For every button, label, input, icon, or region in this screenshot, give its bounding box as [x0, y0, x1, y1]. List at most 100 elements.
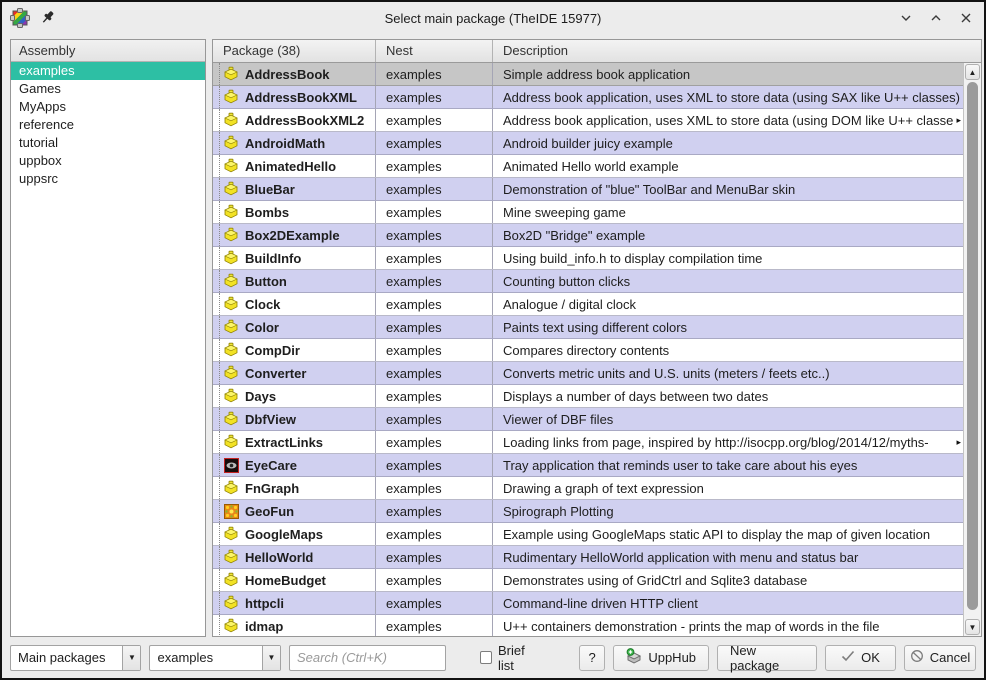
- eyecare-icon: [223, 457, 239, 473]
- dropdown-arrow-icon[interactable]: ▼: [122, 646, 140, 670]
- package-description: U++ containers demonstration - prints th…: [493, 615, 963, 636]
- package-description: Tray application that reminds user to ta…: [493, 454, 963, 476]
- ok-label: OK: [861, 650, 880, 665]
- assembly-item-tutorial[interactable]: tutorial: [11, 134, 205, 152]
- assembly-column-header[interactable]: Assembly: [11, 40, 205, 62]
- table-row-BuildInfo[interactable]: BuildInfoexamplesUsing build_info.h to d…: [213, 247, 963, 270]
- brief-list-option[interactable]: Brief list: [480, 643, 541, 673]
- package-brick-icon: [223, 572, 239, 588]
- table-row-AddressBookXML2[interactable]: AddressBookXML2examplesAddress book appl…: [213, 109, 963, 132]
- table-row-Bombs[interactable]: BombsexamplesMine sweeping game: [213, 201, 963, 224]
- assembly-item-uppsrc[interactable]: uppsrc: [11, 170, 205, 188]
- table-row-FnGraph[interactable]: FnGraphexamplesDrawing a graph of text e…: [213, 477, 963, 500]
- package-description: Paints text using different colors: [493, 316, 963, 338]
- package-nest: examples: [376, 500, 493, 522]
- table-row-AddressBook[interactable]: AddressBookexamplesSimple address book a…: [213, 63, 963, 86]
- table-row-Color[interactable]: ColorexamplesPaints text using different…: [213, 316, 963, 339]
- package-brick-icon: [223, 365, 239, 381]
- package-brick-icon: [223, 158, 239, 174]
- package-description: Compares directory contents: [493, 339, 963, 361]
- footer-bar: Main packages ▼ examples ▼ Search (Ctrl+…: [2, 637, 984, 678]
- package-description: Android builder juicy example: [493, 132, 963, 154]
- package-description: Demonstration of "blue" ToolBar and Menu…: [493, 178, 963, 200]
- truncation-arrow-icon: ▸: [954, 115, 961, 126]
- package-brick-icon: [223, 526, 239, 542]
- column-header-nest[interactable]: Nest: [376, 40, 493, 62]
- cancel-label: Cancel: [930, 650, 970, 665]
- table-row-BlueBar[interactable]: BlueBarexamplesDemonstration of "blue" T…: [213, 178, 963, 201]
- table-row-Box2DExample[interactable]: Box2DExample examplesBox2D "Bridge" examp…: [213, 224, 963, 247]
- table-row-Button[interactable]: ButtonexamplesCounting button clicks: [213, 270, 963, 293]
- table-row-AndroidMath[interactable]: AndroidMathexamplesAndroid builder juicy…: [213, 132, 963, 155]
- search-input[interactable]: Search (Ctrl+K): [289, 645, 446, 671]
- table-row-GoogleMaps[interactable]: GoogleMapsexamplesExample using GoogleMa…: [213, 523, 963, 546]
- package-nest: examples: [376, 477, 493, 499]
- assembly-item-reference[interactable]: reference: [11, 116, 205, 134]
- package-description: Example using GoogleMaps static API to d…: [493, 523, 963, 545]
- table-row-Days[interactable]: DaysexamplesDisplays a number of days be…: [213, 385, 963, 408]
- package-brick-icon: [223, 204, 239, 220]
- brief-list-checkbox[interactable]: [480, 651, 492, 664]
- table-row-ExtractLinks[interactable]: ExtractLinksexamplesLoading links from p…: [213, 431, 963, 454]
- package-description: Viewer of DBF files: [493, 408, 963, 430]
- assembly-item-examples[interactable]: examples: [11, 62, 205, 80]
- shade-chevron-down-icon[interactable]: [898, 10, 914, 26]
- assembly-item-MyApps[interactable]: MyApps: [11, 98, 205, 116]
- column-header-description[interactable]: Description: [493, 40, 981, 62]
- assembly-item-uppbox[interactable]: uppbox: [11, 152, 205, 170]
- package-description: Animated Hello world example: [493, 155, 963, 177]
- table-row-HomeBudget[interactable]: HomeBudgetexamplesDemonstrates using of …: [213, 569, 963, 592]
- table-row-HelloWorld[interactable]: HelloWorldexamplesRudimentary HelloWorld…: [213, 546, 963, 569]
- table-row-idmap[interactable]: idmapexamplesU++ containers demonstratio…: [213, 615, 963, 636]
- scroll-down-icon[interactable]: ▼: [965, 619, 980, 635]
- package-table: Package (38) Nest Description AddressBoo…: [212, 39, 982, 637]
- column-header-package[interactable]: Package (38): [213, 40, 376, 62]
- package-nest: examples: [376, 224, 493, 246]
- table-row-Converter[interactable]: ConverterexamplesConverts metric units a…: [213, 362, 963, 385]
- close-icon[interactable]: [958, 10, 974, 26]
- main-packages-dropdown[interactable]: Main packages ▼: [10, 645, 141, 671]
- table-row-Clock[interactable]: ClockexamplesAnalogue / digital clock: [213, 293, 963, 316]
- package-nest: examples: [376, 408, 493, 430]
- table-row-httpcli[interactable]: httpcliexamplesCommand-line driven HTTP …: [213, 592, 963, 615]
- package-name: Box2DExample: [245, 228, 340, 243]
- package-brick-icon: [223, 296, 239, 312]
- package-nest: examples: [376, 569, 493, 591]
- ok-button[interactable]: OK: [825, 645, 896, 671]
- table-row-EyeCare[interactable]: EyeCareexamplesTray application that rem…: [213, 454, 963, 477]
- package-nest: examples: [376, 132, 493, 154]
- table-row-DbfView[interactable]: DbfViewexamplesViewer of DBF files: [213, 408, 963, 431]
- package-brick-icon: [223, 549, 239, 565]
- package-name: ExtractLinks: [245, 435, 323, 450]
- package-brick-icon: [223, 411, 239, 427]
- table-row-AnimatedHello[interactable]: AnimatedHelloexamplesAnimated Hello worl…: [213, 155, 963, 178]
- package-description: Address book application, uses XML to st…: [493, 109, 963, 131]
- dropdown-arrow-icon[interactable]: ▼: [262, 646, 280, 670]
- package-name: GoogleMaps: [245, 527, 323, 542]
- assembly-item-Games[interactable]: Games: [11, 80, 205, 98]
- vertical-scrollbar[interactable]: ▲ ▼: [963, 63, 981, 636]
- package-name: idmap: [245, 619, 283, 634]
- scrollbar-thumb[interactable]: [967, 82, 978, 610]
- package-description: Simple address book application: [493, 63, 963, 85]
- new-package-button[interactable]: New package: [717, 645, 817, 671]
- package-name: BuildInfo: [245, 251, 301, 266]
- package-nest: examples: [376, 270, 493, 292]
- rollup-chevron-up-icon[interactable]: [928, 10, 944, 26]
- package-description: Box2D "Bridge" example: [493, 224, 963, 246]
- package-nest: examples: [376, 109, 493, 131]
- package-name: HomeBudget: [245, 573, 326, 588]
- package-brick-icon: [223, 250, 239, 266]
- package-name: GeoFun: [245, 504, 294, 519]
- package-name: Converter: [245, 366, 306, 381]
- help-button[interactable]: ?: [579, 645, 605, 671]
- cancel-button[interactable]: Cancel: [904, 645, 976, 671]
- table-row-AddressBookXML[interactable]: AddressBookXMLexamplesAddress book appli…: [213, 86, 963, 109]
- upphub-package-plus-icon: [626, 648, 642, 667]
- scroll-up-icon[interactable]: ▲: [965, 64, 980, 80]
- table-row-GeoFun[interactable]: GeoFunexamplesSpirograph Plotting: [213, 500, 963, 523]
- table-row-CompDir[interactable]: CompDirexamplesCompares directory conten…: [213, 339, 963, 362]
- package-name: Color: [245, 320, 279, 335]
- assembly-filter-dropdown[interactable]: examples ▼: [149, 645, 280, 671]
- upphub-button[interactable]: UppHub: [613, 645, 709, 671]
